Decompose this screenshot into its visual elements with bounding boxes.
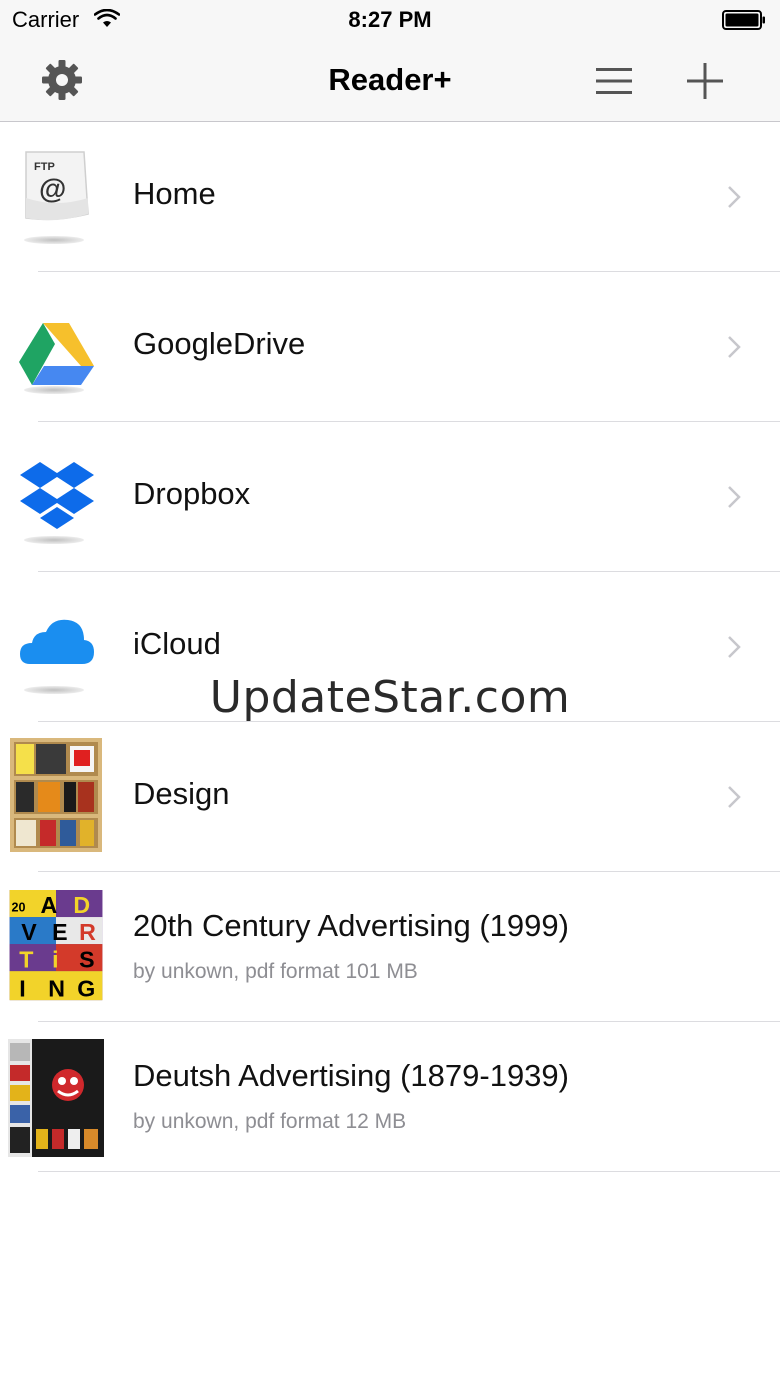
- cover-letter: G: [77, 975, 95, 1001]
- chevron-right-icon: [728, 486, 741, 508]
- cover-letter: V: [21, 919, 37, 945]
- cover-letter: i: [52, 946, 58, 972]
- navigation-bar: Reader+: [0, 40, 780, 122]
- list-item-label: Home: [133, 176, 216, 211]
- list-item-icloud[interactable]: iCloud: [0, 572, 780, 722]
- chevron-right-icon: [728, 636, 741, 658]
- list-item-label: Deutsh Advertising (1879-1939): [133, 1058, 569, 1093]
- list-item-subtitle: by unkown, pdf format 101 MB: [133, 960, 418, 983]
- list-item-design[interactable]: Design: [0, 722, 780, 872]
- list-icon[interactable]: [594, 64, 634, 98]
- list-item-label: iCloud: [133, 626, 221, 661]
- icon-shadow: [24, 386, 84, 394]
- icon-shadow: [24, 236, 84, 244]
- icon-shadow: [24, 686, 84, 694]
- chevron-right-icon: [728, 186, 741, 208]
- cover-letter: E: [52, 919, 67, 945]
- bookshelf-icon: [10, 738, 102, 852]
- book-cover-icon: 20 A D V E R T i S I N G: [9, 890, 103, 1001]
- book-cover-icon: [8, 1039, 104, 1157]
- chevron-right-icon: [728, 786, 741, 808]
- svg-text:FTP: FTP: [34, 161, 55, 173]
- cover-letter: 20: [12, 900, 26, 914]
- page-title: Reader+: [328, 62, 452, 97]
- list-item-subtitle: by unkown, pdf format 12 MB: [133, 1110, 407, 1133]
- chevron-right-icon: [728, 336, 741, 358]
- plus-icon[interactable]: [684, 60, 726, 102]
- storage-list: FTP @ Home GoogleDrive Dropbox iCloud De…: [0, 122, 780, 1172]
- list-item-googledrive[interactable]: GoogleDrive: [0, 272, 780, 422]
- status-bar: Carrier 8:27 PM: [0, 0, 780, 40]
- separator: [38, 1171, 780, 1172]
- list-item-book-deutsh-advertising[interactable]: Deutsh Advertising (1879-1939) by unkown…: [0, 1022, 780, 1172]
- cover-letter: A: [41, 892, 58, 918]
- battery-icon: [722, 10, 765, 30]
- cover-letter: T: [19, 946, 33, 972]
- cover-letter: I: [19, 975, 25, 1001]
- cover-letter: D: [73, 892, 90, 918]
- list-item-dropbox[interactable]: Dropbox: [0, 422, 780, 572]
- list-item-label: GoogleDrive: [133, 326, 306, 361]
- cover-letter: N: [48, 975, 65, 1001]
- list-item-label: Dropbox: [133, 476, 251, 511]
- svg-text:@: @: [39, 173, 66, 204]
- status-time: 8:27 PM: [348, 7, 432, 32]
- list-item-label: 20th Century Advertising (1999): [133, 908, 569, 943]
- cover-letter: R: [79, 919, 96, 945]
- list-item-book-20th-century-advertising[interactable]: 20 A D V E R T i S I N G 20th Century Ad…: [0, 872, 780, 1022]
- cover-letter: S: [79, 946, 94, 972]
- list-item-label: Design: [133, 776, 230, 811]
- icon-shadow: [24, 536, 84, 544]
- list-item-home[interactable]: FTP @ Home: [0, 122, 780, 272]
